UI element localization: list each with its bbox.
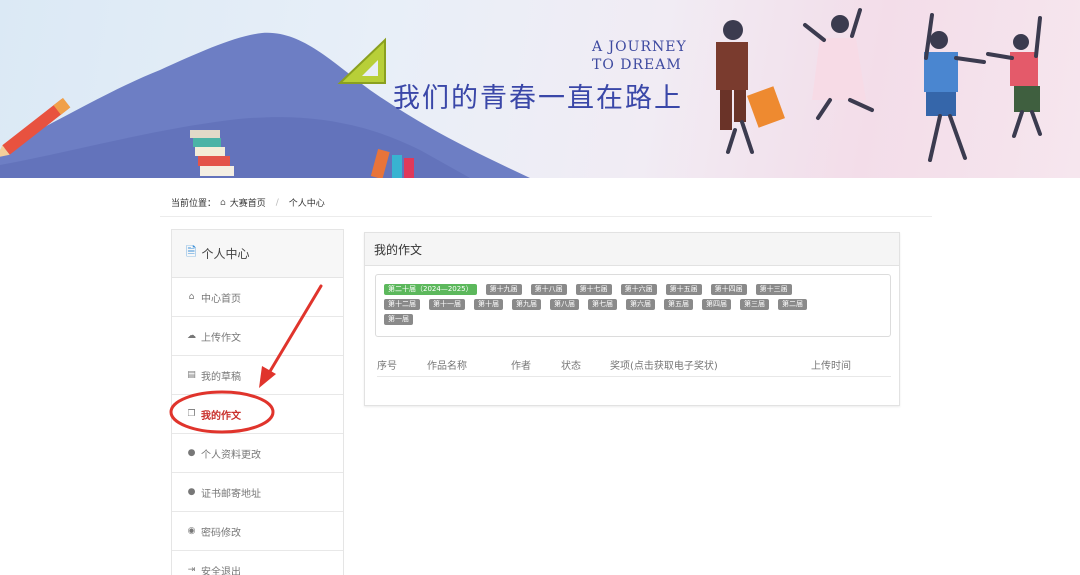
- sidebar-header: 🗎 个人中心: [172, 230, 343, 278]
- logout-icon: ⇥: [187, 565, 196, 575]
- sidebar-item-label: 我的作文: [201, 410, 241, 422]
- column-header-author: 作者: [511, 361, 531, 372]
- tab-edition-20[interactable]: 第二十届（2024—2025）: [384, 284, 477, 295]
- tab-edition-3[interactable]: 第三届: [740, 299, 769, 310]
- breadcrumb-home-link[interactable]: 大赛首页: [230, 196, 266, 209]
- header-banner: A JOURNEY TO DREAM 我们的青春一直在路上: [0, 0, 1080, 178]
- sidebar-item-mailing-address[interactable]: ● 证书邮寄地址: [172, 473, 343, 512]
- breadcrumb-label: 当前位置：: [171, 199, 217, 209]
- tab-edition-2[interactable]: 第二届: [778, 299, 807, 310]
- tab-edition-6[interactable]: 第六届: [626, 299, 655, 310]
- sidebar-item-label: 安全退出: [201, 566, 241, 575]
- tab-edition-11[interactable]: 第十一届: [429, 299, 465, 310]
- sidebar-item-label: 证书邮寄地址: [201, 488, 261, 500]
- sidebar-item-drafts[interactable]: ▤ 我的草稿: [172, 356, 343, 395]
- sidebar-item-label: 中心首页: [201, 293, 241, 305]
- cloud-upload-icon: ☁: [187, 331, 196, 341]
- tab-edition-10[interactable]: 第十届: [474, 299, 503, 310]
- column-header-index: 序号: [377, 361, 397, 372]
- tabs-row: 第一届: [384, 314, 882, 326]
- tab-edition-12[interactable]: 第十二届: [384, 299, 420, 310]
- my-essays-panel: 我的作文 第二十届（2024—2025） 第十九届 第十八届 第十七届 第十六届…: [364, 232, 900, 406]
- document-icon: 🗎: [186, 244, 197, 260]
- tab-edition-19[interactable]: 第十九届: [485, 284, 522, 295]
- sidebar-item-label: 上传作文: [201, 332, 241, 344]
- sidebar-item-center-home[interactable]: ⌂ 中心首页: [172, 278, 343, 317]
- column-header-upload-time: 上传时间: [811, 361, 851, 372]
- tab-edition-9[interactable]: 第九届: [512, 299, 541, 310]
- column-header-title: 作品名称: [427, 361, 467, 372]
- tabs-row: 第十二届 第十一届 第十届 第九届 第八届 第七届 第六届 第五届 第四届 第三…: [384, 299, 882, 311]
- tab-edition-4[interactable]: 第四届: [702, 299, 731, 310]
- sidebar-item-my-essays[interactable]: ❐ 我的作文: [172, 395, 343, 434]
- tab-edition-13[interactable]: 第十三届: [755, 284, 792, 295]
- panel-title: 我的作文: [374, 242, 423, 257]
- slogan-chinese: 我们的青春一直在路上: [393, 83, 683, 114]
- column-header-award: 奖项(点击获取电子奖状): [610, 361, 718, 372]
- slogan-english-line2: TO DREAM: [592, 57, 682, 73]
- tab-edition-18[interactable]: 第十八届: [530, 284, 567, 295]
- tabs-row: 第二十届（2024—2025） 第十九届 第十八届 第十七届 第十六届 第十五届…: [384, 284, 882, 296]
- comment-icon: ◉: [187, 526, 196, 536]
- sidebar-item-password[interactable]: ◉ 密码修改: [172, 512, 343, 551]
- slogan-english-line1: A JOURNEY: [592, 39, 687, 55]
- sidebar-item-upload[interactable]: ☁ 上传作文: [172, 317, 343, 356]
- breadcrumb-current: 个人中心: [288, 199, 325, 209]
- sidebar-title: 个人中心: [201, 247, 250, 261]
- tab-edition-8[interactable]: 第八届: [550, 299, 579, 310]
- sidebar-item-label: 密码修改: [201, 527, 241, 539]
- copy-icon: ❐: [187, 409, 196, 419]
- user-icon: ●: [187, 448, 196, 458]
- tab-edition-17[interactable]: 第十七届: [575, 284, 612, 295]
- sidebar-item-label: 我的草稿: [201, 371, 241, 383]
- tab-edition-7[interactable]: 第七届: [588, 299, 617, 310]
- sidebar-item-profile[interactable]: ● 个人资料更改: [172, 434, 343, 473]
- tab-edition-16[interactable]: 第十六届: [620, 284, 657, 295]
- tab-edition-5[interactable]: 第五届: [664, 299, 693, 310]
- sidebar: 🗎 个人中心 ⌂ 中心首页 ☁ 上传作文 ▤ 我的草稿 ❐ 我的作文 ● 个人资…: [171, 229, 344, 575]
- draft-icon: ▤: [187, 370, 196, 380]
- table-header: 序号 作品名称 作者 状态 奖项(点击获取电子奖状) 上传时间: [377, 355, 891, 377]
- breadcrumb-separator: /: [275, 197, 279, 208]
- sidebar-item-logout[interactable]: ⇥ 安全退出: [172, 551, 343, 575]
- tab-edition-1[interactable]: 第一届: [384, 314, 413, 325]
- slogan-english: A JOURNEY TO DREAM: [592, 38, 687, 74]
- tab-edition-15[interactable]: 第十五届: [665, 284, 702, 295]
- user-icon: ●: [187, 487, 196, 497]
- column-header-status: 状态: [561, 361, 581, 372]
- tab-edition-14[interactable]: 第十四届: [710, 284, 747, 295]
- home-icon: ⌂: [188, 292, 195, 302]
- edition-tabs: 第二十届（2024—2025） 第十九届 第十八届 第十七届 第十六届 第十五届…: [375, 274, 891, 337]
- panel-header: 我的作文: [365, 233, 899, 266]
- home-icon: ⌂: [220, 197, 226, 208]
- divider: [160, 216, 932, 217]
- sidebar-item-label: 个人资料更改: [201, 449, 261, 461]
- breadcrumb: 当前位置： ⌂ 大赛首页 / 个人中心: [171, 196, 325, 210]
